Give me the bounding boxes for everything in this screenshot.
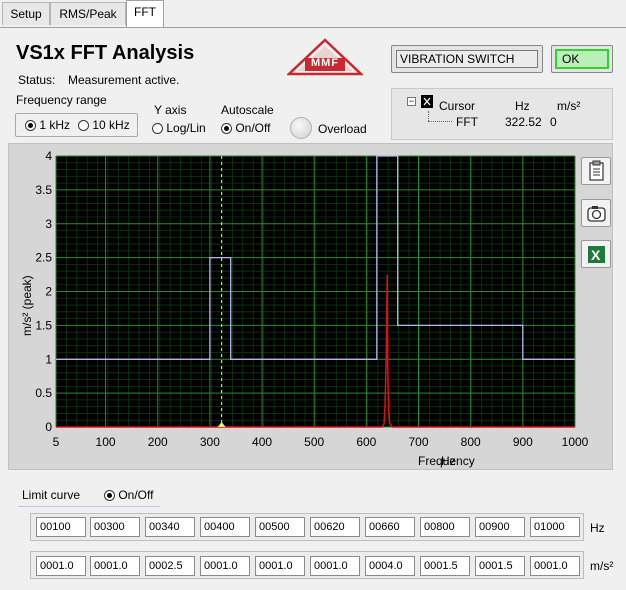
y-tick-label: 3.5 (35, 183, 52, 197)
limit-amp-input-10[interactable]: 0001.0 (530, 556, 580, 576)
y-tick-label: 3 (45, 217, 52, 231)
x-tick-label: 500 (304, 435, 324, 449)
x-tick-label: 5 (53, 435, 60, 449)
x-tick-label: 700 (409, 435, 429, 449)
y-axis-title: m/s² (peak) (20, 275, 34, 336)
limit-amp-input-6[interactable]: 0001.0 (310, 556, 360, 576)
x-tick-label: 900 (513, 435, 533, 449)
y-tick-label: 4 (45, 149, 52, 163)
limit-hz-input-9[interactable]: 00900 (475, 517, 525, 537)
limit-hz-input-2[interactable]: 00300 (90, 517, 140, 537)
limit-amp-input-9[interactable]: 0001.5 (475, 556, 525, 576)
x-tick-label: 800 (461, 435, 481, 449)
excel-icon: X (588, 246, 605, 263)
amp-unit-label: m/s² (590, 559, 614, 573)
export-excel-button[interactable]: X (581, 240, 611, 268)
limit-curve-label: Limit curve (22, 488, 81, 502)
svg-text:X: X (591, 247, 601, 263)
limit-hz-input-1[interactable]: 00100 (36, 517, 86, 537)
y-tick-label: 2.5 (35, 251, 52, 265)
x-tick-label: 100 (96, 435, 116, 449)
copy-to-clipboard-button[interactable] (581, 157, 611, 185)
y-tick-label: 0 (45, 420, 52, 434)
limit-amp-input-7[interactable]: 0004.0 (365, 556, 415, 576)
x-tick-label: 300 (200, 435, 220, 449)
limit-hz-input-10[interactable]: 01000 (530, 517, 580, 537)
y-tick-label: 1 (45, 352, 52, 366)
limit-hz-input-7[interactable]: 00660 (365, 517, 415, 537)
limit-curve-radio[interactable] (104, 490, 115, 501)
y-tick-label: 1.5 (35, 318, 52, 332)
limit-amp-input-4[interactable]: 0001.0 (200, 556, 250, 576)
x-axis-unit: Hz (441, 454, 456, 468)
camera-icon (587, 206, 606, 222)
limit-amp-input-3[interactable]: 0002.5 (145, 556, 195, 576)
screenshot-button[interactable] (581, 199, 611, 227)
fft-chart: 5 100 200 300 400 500 600 700 800 900 1000 0 0.5 1 1.… (20, 149, 589, 468)
limit-hz-input-4[interactable]: 00400 (200, 517, 250, 537)
limit-amp-input-1[interactable]: 0001.0 (36, 556, 86, 576)
x-tick-label: 400 (252, 435, 272, 449)
x-tick-label: 200 (148, 435, 168, 449)
y-tick-label: 2 (45, 285, 52, 299)
limit-hz-input-3[interactable]: 00340 (145, 517, 195, 537)
clipboard-icon (589, 160, 604, 181)
limit-hz-input-8[interactable]: 00800 (420, 517, 470, 537)
limit-curve-underline (18, 506, 160, 507)
x-tick-label: 600 (356, 435, 376, 449)
limit-hz-input-5[interactable]: 00500 (255, 517, 305, 537)
limit-curve-option[interactable]: On/Off (104, 488, 153, 502)
x-tick-label: 1000 (562, 435, 589, 449)
y-tick-label: 0.5 (35, 386, 52, 400)
limit-amp-input-5[interactable]: 0001.0 (255, 556, 305, 576)
limit-curve-option-label: On/Off (118, 488, 154, 502)
limit-amp-input-8[interactable]: 0001.5 (420, 556, 470, 576)
limit-hz-input-6[interactable]: 00620 (310, 517, 360, 537)
hz-unit-label: Hz (590, 521, 605, 535)
limit-amp-input-2[interactable]: 0001.0 (90, 556, 140, 576)
